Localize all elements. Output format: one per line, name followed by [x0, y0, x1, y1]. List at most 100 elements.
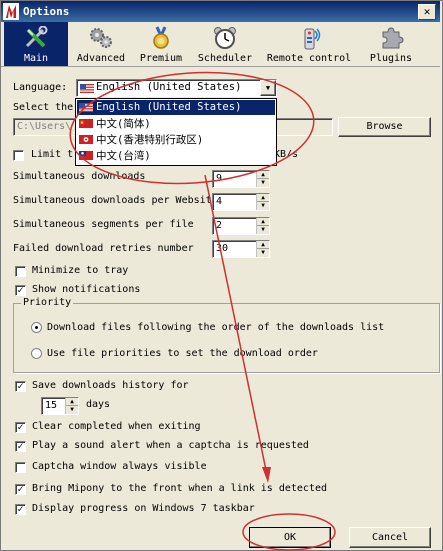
- language-option-en-us[interactable]: English (United States): [77, 100, 275, 115]
- history-days-spinner[interactable]: ▲ ▼: [65, 398, 78, 414]
- priority-order-label: Download files following the order of th…: [47, 322, 385, 333]
- simultaneous-downloads-label: Simultaneous downloads: [13, 171, 146, 182]
- priority-group: [13, 303, 440, 373]
- per-website-value: 4: [216, 196, 223, 207]
- ok-button[interactable]: OK: [249, 527, 331, 548]
- close-button[interactable]: ✕: [418, 4, 436, 20]
- language-option-zh-tw[interactable]: 中文(台湾): [77, 148, 275, 163]
- browse-button[interactable]: Browse: [338, 117, 431, 137]
- segments-spinner[interactable]: ▲ ▼: [256, 218, 269, 234]
- gears-icon: [90, 28, 112, 48]
- simultaneous-downloads-spinner[interactable]: ▲ ▼: [256, 171, 269, 187]
- download-folder-label: Select the: [13, 102, 74, 113]
- captcha-visible-label: Captcha window always visible: [32, 461, 207, 472]
- segments-label: Simultaneous segments per file: [13, 219, 194, 230]
- retries-stepper[interactable]: 30 ▲ ▼: [212, 240, 270, 258]
- cn-flag-icon: [79, 119, 93, 128]
- show-notifications-label: Show notifications: [32, 284, 141, 295]
- taskbar-progress-checkbox[interactable]: ✓: [15, 504, 26, 515]
- priority-legend: Priority: [21, 297, 74, 308]
- language-selected-value: English (United States): [96, 81, 242, 93]
- language-option-label: 中文(简体): [96, 118, 151, 130]
- priority-file-radio[interactable]: [31, 348, 42, 359]
- retries-value: 30: [216, 243, 229, 254]
- tab-main-label: Main: [23, 53, 49, 64]
- retries-label: Failed download retries number: [13, 243, 194, 254]
- language-label: Language:: [13, 82, 68, 93]
- per-website-spinner[interactable]: ▲ ▼: [256, 194, 269, 210]
- bring-front-checkbox[interactable]: ✓: [15, 484, 26, 495]
- tab-remote-control-label: Remote control: [266, 53, 352, 64]
- show-notifications-checkbox[interactable]: ✓: [15, 285, 26, 296]
- minimize-tray-checkbox[interactable]: [15, 266, 26, 277]
- priority-file-label: Use file priorities to set the download …: [47, 348, 318, 359]
- language-dropdown-list[interactable]: English (United States) 中文(简体) 中文(香港特别行政…: [75, 98, 277, 166]
- history-days-unit: days: [86, 399, 111, 410]
- language-option-zh-cn[interactable]: 中文(简体): [77, 116, 275, 131]
- tab-premium-label: Premium: [139, 53, 183, 64]
- tools-icon: [25, 26, 48, 48]
- language-option-label: 中文(台湾): [96, 150, 151, 162]
- tab-remote-control[interactable]: Remote control: [263, 22, 355, 66]
- captcha-visible-checkbox[interactable]: [15, 462, 26, 473]
- limit-speed-unit: KB/s: [274, 149, 299, 160]
- spin-up-icon[interactable]: ▲: [257, 194, 269, 202]
- spin-up-icon[interactable]: ▲: [66, 398, 78, 406]
- history-days-stepper[interactable]: 15 ▲ ▼: [41, 397, 79, 415]
- language-option-zh-hk[interactable]: 中文(香港特别行政区): [77, 132, 275, 147]
- spin-up-icon[interactable]: ▲: [257, 241, 269, 249]
- segments-value: 2: [216, 220, 223, 231]
- us-flag-icon: [79, 103, 93, 112]
- language-option-label: English (United States): [96, 101, 242, 113]
- segments-stepper[interactable]: 2 ▲ ▼: [212, 217, 270, 235]
- limit-speed-checkbox[interactable]: [13, 150, 24, 161]
- tab-main[interactable]: Main: [4, 22, 68, 66]
- spin-down-icon[interactable]: ▼: [257, 249, 269, 257]
- cancel-button[interactable]: Cancel: [349, 527, 431, 548]
- per-website-label: Simultaneous downloads per Websit: [13, 195, 212, 206]
- save-history-checkbox[interactable]: ✓: [15, 381, 26, 392]
- save-history-label: Save downloads history for: [32, 380, 189, 391]
- tab-advanced-label: Advanced: [76, 53, 126, 64]
- per-website-stepper[interactable]: 4 ▲ ▼: [212, 193, 270, 211]
- spin-up-icon[interactable]: ▲: [257, 218, 269, 226]
- sound-alert-checkbox[interactable]: ✓: [15, 441, 26, 452]
- mipony-logo-icon: [3, 3, 19, 20]
- spin-down-icon[interactable]: ▼: [257, 202, 269, 210]
- remote-control-icon: [304, 28, 321, 50]
- bring-front-label: Bring Mipony to the front when a link is…: [32, 483, 328, 494]
- retries-spinner[interactable]: ▲ ▼: [256, 241, 269, 257]
- language-option-label: 中文(香港特别行政区): [96, 134, 204, 146]
- tab-advanced[interactable]: Advanced: [71, 22, 131, 66]
- history-days-value: 15: [45, 400, 58, 411]
- toolbar: Main Advanced Premium Scheduler Remote c…: [1, 22, 440, 67]
- tab-scheduler[interactable]: Scheduler: [193, 22, 257, 66]
- language-select[interactable]: English (United States) ▼: [76, 79, 277, 97]
- spin-down-icon[interactable]: ▼: [257, 226, 269, 234]
- simultaneous-downloads-value: 9: [216, 173, 223, 184]
- clear-completed-checkbox[interactable]: ✓: [15, 422, 26, 433]
- tab-plugins[interactable]: Plugins: [361, 22, 421, 66]
- tab-plugins-label: Plugins: [369, 53, 413, 64]
- priority-order-radio[interactable]: [31, 322, 42, 333]
- tab-premium[interactable]: Premium: [133, 22, 189, 66]
- language-dropdown-button[interactable]: ▼: [260, 80, 276, 96]
- title-bar[interactable]: Options ✕: [1, 1, 440, 22]
- spin-down-icon[interactable]: ▼: [257, 179, 269, 187]
- download-folder-path: C:\Users\: [17, 121, 72, 132]
- sound-alert-label: Play a sound alert when a captcha is req…: [32, 440, 309, 451]
- window-title: Options: [23, 5, 70, 18]
- us-flag-icon: [80, 84, 94, 93]
- taskbar-progress-label: Display progress on Windows 7 taskbar: [32, 503, 255, 514]
- spin-up-icon[interactable]: ▲: [257, 171, 269, 179]
- clear-completed-label: Clear completed when exiting: [32, 421, 201, 432]
- limit-speed-label: Limit t: [31, 149, 74, 160]
- hk-flag-icon: [79, 135, 93, 144]
- tab-scheduler-label: Scheduler: [197, 53, 253, 64]
- minimize-tray-label: Minimize to tray: [32, 265, 129, 276]
- puzzle-icon: [382, 27, 404, 49]
- alarm-clock-icon: [214, 27, 236, 49]
- spin-down-icon[interactable]: ▼: [66, 406, 78, 414]
- simultaneous-downloads-stepper[interactable]: 9 ▲ ▼: [212, 170, 270, 188]
- tw-flag-icon: [79, 151, 93, 160]
